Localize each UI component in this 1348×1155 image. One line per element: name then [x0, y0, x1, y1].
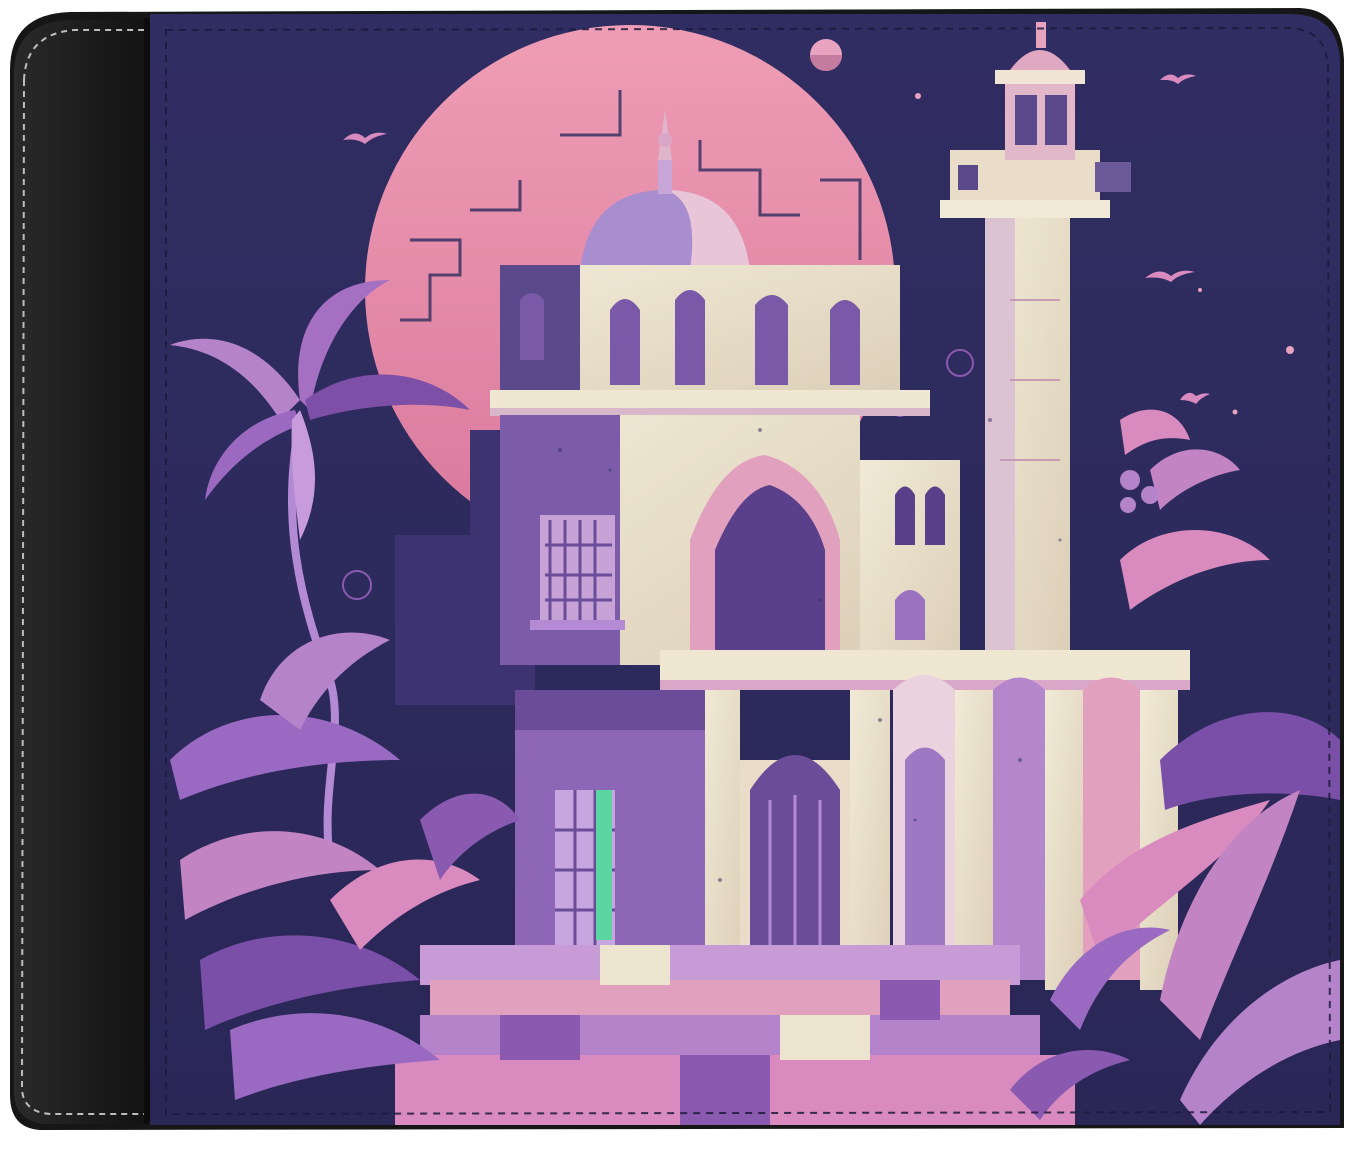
wallet-product-photo: [10, 8, 1344, 1130]
upper-hall: [490, 265, 930, 416]
wallet-print-panel: [150, 14, 1340, 1125]
green-window: [596, 790, 612, 940]
arched-gateway: [500, 415, 860, 665]
steps: [395, 945, 1075, 1125]
side-wing: [860, 460, 960, 660]
